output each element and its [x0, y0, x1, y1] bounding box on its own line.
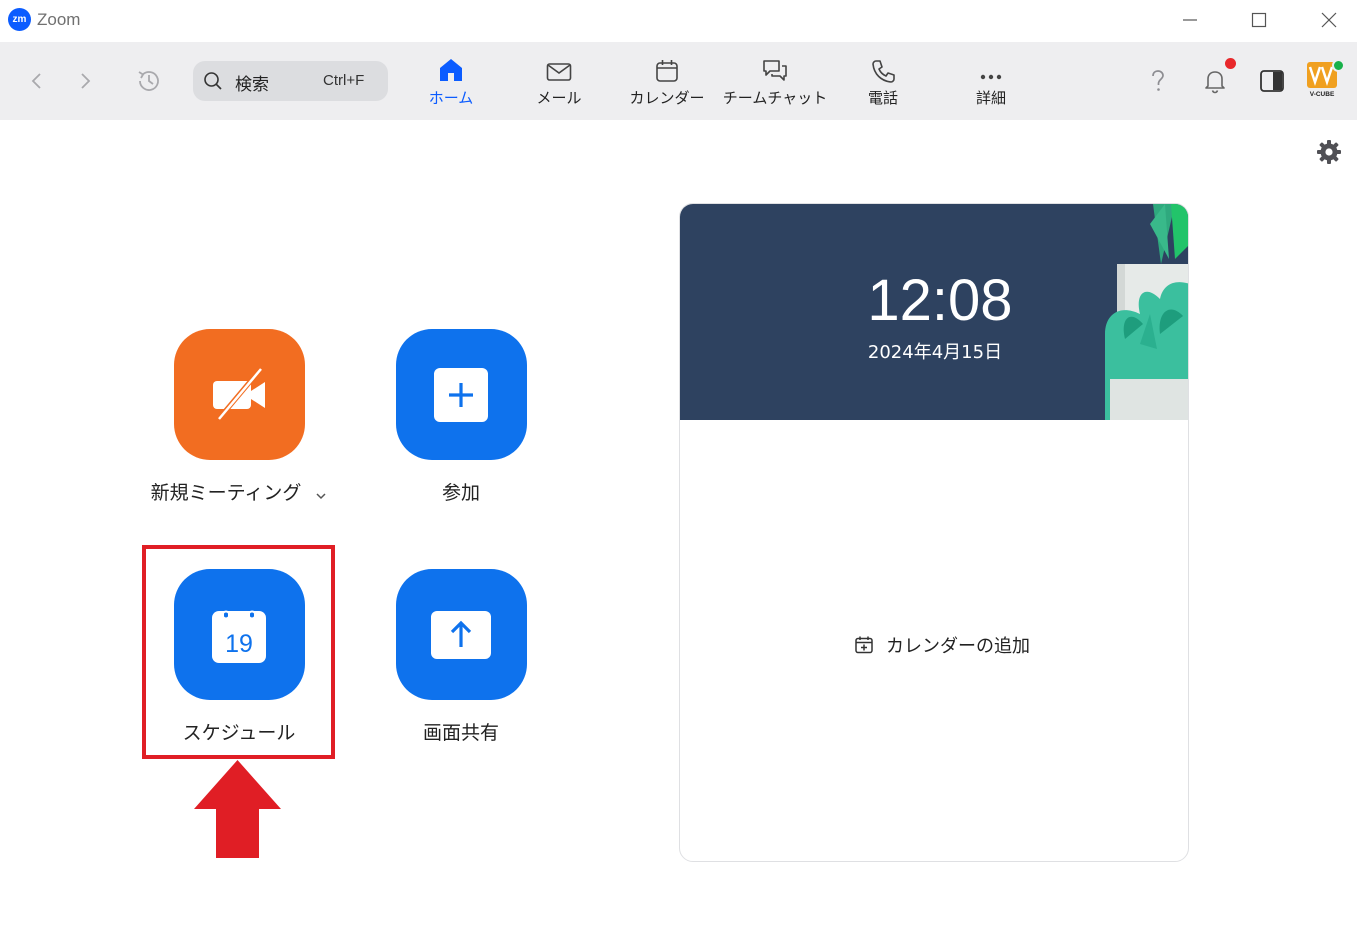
- tab-phone-label: 電話: [867, 89, 898, 107]
- minimize-icon: [1183, 19, 1197, 21]
- main-toolbar: 検索 Ctrl+F ホーム メール カレンダー チームチャット 電話 詳細: [0, 42, 1357, 120]
- calendar-add-icon: [855, 636, 873, 654]
- settings-button[interactable]: [1314, 137, 1344, 167]
- chevron-right-icon: [81, 73, 91, 89]
- clock-date: 2024年4月15日: [867, 342, 1003, 363]
- tab-team-chat[interactable]: チームチャット: [720, 54, 830, 114]
- more-icon: [980, 74, 1002, 80]
- zoom-logo-icon: zm: [8, 8, 31, 31]
- chevron-left-icon: [31, 73, 41, 89]
- clock: 12:08: [865, 266, 1015, 336]
- tab-mail-label: メール: [536, 89, 582, 107]
- share-screen-label: 画面共有: [422, 722, 499, 744]
- search-input[interactable]: 検索 Ctrl+F: [193, 61, 388, 101]
- tab-calendar-label: カレンダー: [629, 89, 705, 107]
- bell-icon: [1205, 71, 1225, 94]
- add-calendar-label: カレンダーの追加: [886, 636, 1030, 657]
- new-meeting-button[interactable]: [173, 329, 305, 460]
- chevron-down-icon: [316, 493, 326, 500]
- tab-more-label: 詳細: [975, 89, 1006, 107]
- side-panel-button[interactable]: [1255, 64, 1289, 98]
- join-label: 参加: [441, 482, 480, 504]
- gear-icon: [1317, 140, 1341, 164]
- help-button[interactable]: [1141, 64, 1175, 98]
- plant-illustration-icon: [1105, 204, 1188, 420]
- red-arrow-up-icon: [194, 760, 281, 858]
- highlight-box: [142, 545, 335, 759]
- tab-home[interactable]: ホーム: [396, 54, 506, 114]
- tab-team-chat-label: チームチャット: [722, 89, 828, 107]
- share-screen-action: 画面共有: [361, 569, 561, 745]
- tab-mail[interactable]: メール: [504, 54, 614, 114]
- minimize-button[interactable]: [1167, 0, 1213, 40]
- tab-more[interactable]: 詳細: [936, 54, 1046, 114]
- title-bar: zm Zoom: [0, 0, 1357, 42]
- calendar-icon: [656, 60, 678, 82]
- plus-icon: [434, 367, 488, 422]
- forward-button[interactable]: [70, 66, 100, 96]
- presence-status-badge: [1332, 59, 1345, 72]
- back-button[interactable]: [22, 66, 52, 96]
- search-icon: [204, 72, 222, 90]
- chat-icon: [763, 60, 787, 81]
- home-icon: [440, 59, 462, 81]
- search-label: 検索: [235, 75, 269, 95]
- notifications-button[interactable]: [1198, 64, 1232, 98]
- close-icon: [1321, 12, 1337, 28]
- maximize-icon: [1251, 12, 1267, 28]
- new-meeting-action: 新規ミーティング: [139, 329, 339, 505]
- tab-home-label: ホーム: [428, 89, 474, 107]
- share-up-icon: [431, 610, 491, 659]
- new-meeting-label: 新規ミーティング: [150, 482, 302, 504]
- calendar-card: 12:08 2024年4月15日 カレンダーの追加: [679, 203, 1189, 862]
- phone-icon: [872, 60, 895, 83]
- video-off-icon: [213, 367, 265, 423]
- help-icon: [1152, 70, 1164, 91]
- maximize-button[interactable]: [1236, 0, 1282, 40]
- tab-phone[interactable]: 電話: [828, 54, 938, 114]
- share-screen-button[interactable]: [395, 569, 527, 700]
- avatar-text: V-CUBE: [1310, 91, 1335, 98]
- notification-badge: [1225, 58, 1236, 69]
- search-shortcut: Ctrl+F: [323, 72, 365, 89]
- clock-time: 12:08: [867, 268, 1013, 333]
- calendar-header: 12:08 2024年4月15日: [680, 204, 1188, 420]
- close-button[interactable]: [1306, 0, 1352, 40]
- app-title: Zoom: [37, 10, 81, 29]
- history-icon: [138, 71, 159, 91]
- tab-calendar[interactable]: カレンダー: [612, 54, 722, 114]
- mail-icon: [546, 63, 572, 81]
- new-meeting-dropdown[interactable]: [315, 485, 327, 504]
- history-button[interactable]: [134, 66, 164, 96]
- side-panel-icon: [1260, 70, 1284, 92]
- join-button[interactable]: [395, 329, 527, 460]
- join-action: 参加: [361, 329, 561, 505]
- add-calendar-button[interactable]: カレンダーの追加: [854, 632, 1030, 658]
